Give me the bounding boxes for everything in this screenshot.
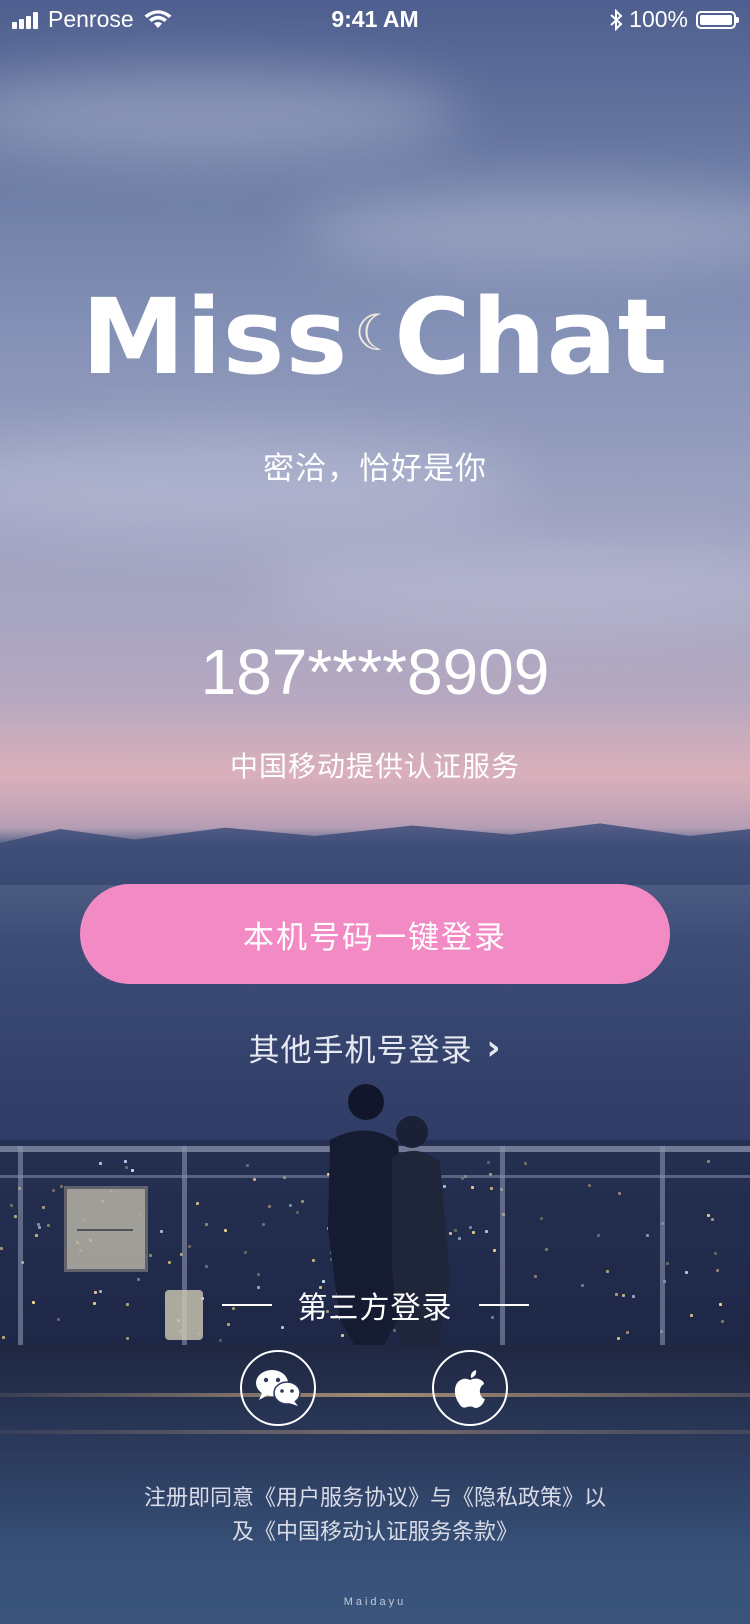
city-light bbox=[224, 1229, 227, 1232]
cloud bbox=[0, 70, 460, 160]
city-light bbox=[618, 1192, 621, 1195]
city-light bbox=[262, 1223, 265, 1226]
masked-phone-number: 187****8909 bbox=[200, 636, 550, 708]
city-light bbox=[485, 1230, 488, 1233]
city-light bbox=[246, 1164, 249, 1167]
other-phone-login-label: 其他手机号登录 bbox=[248, 1033, 473, 1069]
city-light bbox=[188, 1245, 191, 1248]
city-light bbox=[296, 1211, 299, 1214]
city-light bbox=[685, 1271, 688, 1274]
city-light bbox=[626, 1331, 629, 1334]
city-light bbox=[524, 1162, 527, 1165]
city-light bbox=[472, 1231, 475, 1234]
city-light bbox=[268, 1205, 271, 1208]
city-light bbox=[469, 1226, 472, 1229]
city-light bbox=[125, 1166, 128, 1169]
city-light bbox=[219, 1339, 222, 1342]
city-light bbox=[493, 1249, 496, 1252]
city-light bbox=[160, 1230, 163, 1233]
cloud bbox=[260, 540, 750, 630]
terms-line: 及《中国移动认证服务条款》 bbox=[231, 1520, 518, 1545]
city-light bbox=[597, 1234, 600, 1237]
city-light bbox=[545, 1248, 548, 1251]
city-light bbox=[253, 1178, 256, 1181]
deck-light bbox=[0, 1430, 750, 1434]
login-screen: Penrose 9:41 AM 100% Miss ☾Chat 密洽，恰好是你 1… bbox=[0, 0, 750, 1624]
city-light bbox=[168, 1261, 171, 1264]
city-light bbox=[487, 1161, 490, 1164]
city-light bbox=[99, 1162, 102, 1165]
city-light bbox=[707, 1160, 710, 1163]
city-light bbox=[149, 1254, 152, 1257]
city-light bbox=[42, 1206, 45, 1209]
wechat-icon bbox=[256, 1370, 301, 1406]
logo-text-left: Miss bbox=[81, 276, 349, 398]
city-light bbox=[534, 1275, 537, 1278]
city-light bbox=[196, 1202, 199, 1205]
city-light bbox=[707, 1214, 710, 1217]
battery-percent: 100% bbox=[629, 6, 688, 32]
logo-text-right: Chat bbox=[394, 276, 669, 398]
city-light bbox=[588, 1184, 591, 1187]
deck-light bbox=[0, 1393, 750, 1397]
city-light bbox=[205, 1265, 208, 1268]
moon-icon: ☾ bbox=[354, 303, 401, 362]
city-light bbox=[471, 1186, 474, 1189]
city-light bbox=[646, 1234, 649, 1237]
terms-line: 注册即同意《用户服务协议》与《隐私政策》以 bbox=[143, 1486, 606, 1511]
city-light bbox=[257, 1273, 260, 1276]
city-light bbox=[205, 1223, 208, 1226]
city-light bbox=[14, 1215, 17, 1218]
city-light bbox=[10, 1204, 13, 1207]
third-party-title: 第三方登录 bbox=[297, 1291, 453, 1326]
other-phone-login-link[interactable]: 其他手机号登录 › bbox=[0, 1025, 750, 1070]
city-light bbox=[617, 1337, 620, 1340]
cloud bbox=[300, 190, 750, 270]
warning-sign bbox=[64, 1186, 148, 1272]
bluetooth-icon bbox=[610, 8, 623, 31]
watermark: Maidayu bbox=[343, 1596, 407, 1608]
apple-login-button[interactable] bbox=[432, 1350, 508, 1426]
city-light bbox=[716, 1269, 719, 1272]
divider-line bbox=[478, 1304, 529, 1306]
city-light bbox=[37, 1223, 40, 1226]
wechat-login-button[interactable] bbox=[240, 1350, 316, 1426]
app-logo: Miss ☾Chat bbox=[0, 285, 750, 389]
city-light bbox=[540, 1217, 543, 1220]
battery-icon bbox=[696, 10, 739, 29]
city-light bbox=[244, 1251, 247, 1254]
city-light bbox=[126, 1337, 129, 1340]
provider-note: 中国移动提供认证服务 bbox=[229, 750, 520, 783]
city-light bbox=[490, 1187, 493, 1190]
one-click-login-button[interactable]: 本机号码一键登录 bbox=[80, 884, 670, 984]
city-light bbox=[124, 1160, 127, 1163]
city-light bbox=[131, 1169, 134, 1172]
city-light bbox=[711, 1218, 714, 1221]
chevron-right-icon: › bbox=[486, 1027, 502, 1068]
city-light bbox=[35, 1234, 38, 1237]
third-party-divider: 第三方登录 bbox=[0, 1283, 750, 1327]
status-bar: Penrose 9:41 AM 100% bbox=[0, 0, 750, 40]
city-light bbox=[0, 1247, 3, 1250]
tagline: 密洽，恰好是你 bbox=[263, 451, 487, 487]
divider-line bbox=[221, 1304, 272, 1306]
city-light bbox=[714, 1252, 717, 1255]
city-light bbox=[137, 1278, 140, 1281]
city-light bbox=[606, 1270, 609, 1273]
city-light bbox=[289, 1204, 292, 1207]
city-light bbox=[666, 1262, 669, 1265]
apple-icon bbox=[454, 1370, 485, 1408]
city-light bbox=[52, 1189, 55, 1192]
city-light bbox=[2, 1336, 5, 1339]
terms-agreement[interactable]: 注册即同意《用户服务协议》与《隐私政策》以 及《中国移动认证服务条款》 bbox=[110, 1482, 640, 1550]
city-light bbox=[60, 1185, 63, 1188]
city-light bbox=[38, 1226, 41, 1229]
city-light bbox=[47, 1224, 50, 1227]
